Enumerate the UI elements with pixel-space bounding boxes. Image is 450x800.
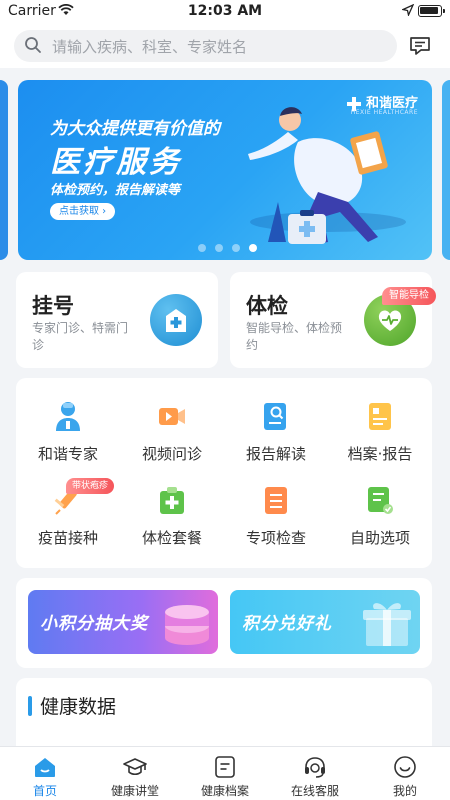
points-redeem-banner[interactable]: 积分兑好礼	[230, 590, 420, 654]
tab-health-lecture[interactable]: 健康讲堂	[90, 747, 180, 800]
points-lottery-banner[interactable]: 小积分抽大奖	[28, 590, 218, 654]
checklist-icon	[265, 487, 287, 514]
tab-home[interactable]: 首页	[0, 747, 90, 800]
service-label: 疫苗接种	[37, 529, 98, 547]
coins-icon	[165, 605, 209, 645]
carousel-indicator[interactable]	[198, 237, 266, 256]
service-report[interactable]: 报告解读	[224, 400, 328, 480]
promotions-card: 小积分抽大奖 积分兑好礼	[16, 578, 432, 668]
registration-subtitle: 专家门诊、特需门诊	[32, 321, 129, 352]
message-icon[interactable]	[408, 34, 432, 58]
service-label: 专项检查	[245, 529, 306, 547]
tab-label: 健康讲堂	[110, 784, 159, 798]
home-icon	[35, 758, 55, 777]
tab-label: 在线客服	[290, 784, 339, 798]
carousel-dot-active[interactable]	[249, 244, 257, 252]
tab-mine[interactable]: 我的	[360, 747, 450, 800]
service-video[interactable]: 视频问诊	[120, 400, 224, 480]
checkup-title: 体检	[246, 294, 288, 318]
gift-icon	[363, 603, 411, 646]
search-input[interactable]: 请输入疾病、科室、专家姓名	[14, 30, 397, 62]
package-icon	[160, 487, 184, 514]
search-icon	[25, 37, 41, 53]
battery-icon	[418, 5, 445, 17]
banner-description: 体检预约，报告解读等	[50, 183, 181, 198]
tab-label: 健康档案	[200, 784, 249, 798]
banner-headline: 医疗服务	[50, 145, 182, 180]
service-label: 体检套餐	[141, 529, 202, 547]
carousel-dot[interactable]	[198, 244, 206, 252]
registration-card[interactable]: 挂号 专家门诊、特需门诊	[16, 272, 218, 368]
tab-health-records[interactable]: 健康档案	[180, 747, 270, 800]
checkup-subtitle: 智能导检、体检预约	[246, 321, 343, 352]
banner-slide[interactable]: 和谐医疗 HEXIE HEALTHCARE 为大众提供更有价值的 医疗服务 体检…	[18, 80, 432, 260]
service-special-exam[interactable]: 专项检查	[224, 484, 328, 564]
smart-guide-badge: 智能导检	[382, 287, 436, 305]
banner-prev-peek	[0, 80, 8, 260]
file-icon	[215, 756, 235, 778]
headset-icon	[305, 757, 325, 778]
service-archive[interactable]: 档案·报告	[328, 400, 432, 480]
tab-label: 首页	[32, 784, 57, 798]
report-search-icon	[264, 403, 286, 430]
clock: 12:03 AM	[187, 3, 263, 19]
checkup-card[interactable]: 体检 智能导检、体检预约 智能导检	[230, 272, 436, 368]
banner-next-peek	[442, 80, 450, 260]
running-doctor-illustration	[248, 107, 406, 244]
hospital-icon	[150, 294, 202, 346]
search-placeholder: 请输入疾病、科室、专家姓名	[52, 38, 248, 56]
search-header: 请输入疾病、科室、专家姓名	[0, 24, 450, 68]
service-label: 报告解读	[245, 445, 306, 463]
video-icon	[159, 408, 185, 425]
registration-title: 挂号	[32, 294, 74, 318]
doctor-icon	[56, 402, 80, 431]
tab-online-service[interactable]: 在线客服	[270, 747, 360, 800]
service-package[interactable]: 体检套餐	[120, 484, 224, 564]
shingles-badge: 带状疱疹	[66, 478, 115, 494]
tab-label: 我的	[392, 784, 417, 798]
promo-label: 积分兑好礼	[242, 614, 332, 634]
self-service-icon	[368, 487, 393, 514]
banner-carousel[interactable]: 和谐医疗 HEXIE HEALTHCARE 为大众提供更有价值的 医疗服务 体检…	[0, 80, 450, 262]
service-expert[interactable]: 和谐专家	[16, 400, 120, 480]
services-grid: 和谐专家 视频问诊 报告解读 档案·报告 带状疱疹 疫苗接种 体检套餐 专项检查…	[16, 378, 432, 568]
health-data-title: 健康数据	[40, 696, 117, 718]
service-label: 档案·报告	[347, 445, 413, 463]
location-arrow-icon	[402, 4, 414, 16]
service-vaccine[interactable]: 带状疱疹 疫苗接种	[16, 478, 120, 564]
smile-icon	[394, 756, 416, 778]
carousel-dot[interactable]	[232, 244, 240, 252]
service-label: 自助选项	[349, 529, 410, 547]
bottom-tab-bar: 首页 健康讲堂 健康档案 在线客服 我的	[0, 746, 450, 800]
carousel-dot[interactable]	[215, 244, 223, 252]
banner-cta-button[interactable]: 点击获取 ›	[50, 203, 116, 220]
service-label: 视频问诊	[141, 445, 202, 463]
banner-tagline: 为大众提供更有价值的	[50, 119, 220, 139]
service-label: 和谐专家	[37, 445, 98, 463]
promo-label: 小积分抽大奖	[40, 614, 148, 634]
status-bar: Carrier 12:03 AM	[0, 0, 450, 24]
graduation-cap-icon	[123, 758, 147, 776]
archive-icon	[369, 403, 391, 430]
section-accent-bar	[28, 696, 32, 716]
service-self-help[interactable]: 自助选项	[328, 484, 432, 564]
